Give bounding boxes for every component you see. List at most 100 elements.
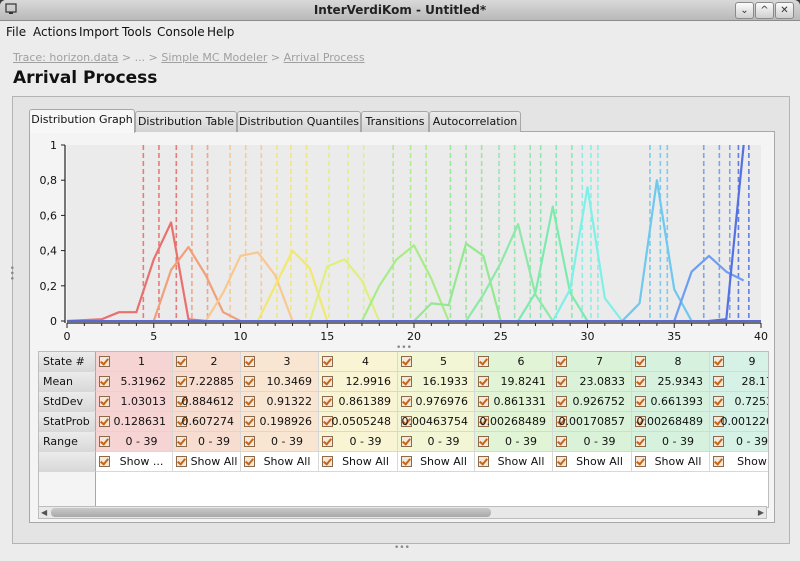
cell-statprob-col-1[interactable]: 0.128631 (96, 412, 173, 432)
cell-range-col-1[interactable]: 0 - 39 (96, 432, 173, 452)
menu-help[interactable]: Help (207, 25, 234, 39)
cell-show-all-col-9[interactable]: Show (710, 452, 768, 472)
cell-range-col-3[interactable]: 0 - 39 (241, 432, 319, 452)
checkbox-checked-icon[interactable] (635, 376, 646, 387)
cell-state-number-col-4[interactable]: 4 (319, 352, 398, 372)
cell-statprob-col-3[interactable]: 0.198926 (241, 412, 319, 432)
cell-state-number-col-8[interactable]: 8 (632, 352, 710, 372)
cell-mean-col-3[interactable]: 10.3469 (241, 372, 319, 392)
checkbox-checked-icon[interactable] (99, 356, 110, 367)
tab-transitions[interactable]: Transitions (361, 111, 429, 132)
checkbox-checked-icon[interactable] (244, 416, 255, 427)
cell-state-number-col-3[interactable]: 3 (241, 352, 319, 372)
cell-statprob-col-9[interactable]: 0.001220 (710, 412, 768, 432)
cell-stddev-col-1[interactable]: 1.03013 (96, 392, 173, 412)
checkbox-checked-icon[interactable] (244, 376, 255, 387)
checkbox-checked-icon[interactable] (635, 396, 646, 407)
menu-tools[interactable]: Tools (122, 25, 152, 39)
cell-stddev-col-2[interactable]: 0.884612 (173, 392, 241, 412)
cell-state-number-col-1[interactable]: 1 (96, 352, 173, 372)
close-button[interactable]: ✕ (775, 2, 794, 19)
checkbox-checked-icon[interactable] (99, 396, 110, 407)
cell-stddev-col-9[interactable]: 0.7253 (710, 392, 768, 412)
cell-show-all-col-8[interactable]: Show All (632, 452, 710, 472)
cell-show-all-col-7[interactable]: Show All (553, 452, 632, 472)
cell-mean-col-6[interactable]: 19.8241 (475, 372, 553, 392)
checkbox-checked-icon[interactable] (322, 376, 333, 387)
minimize-button[interactable]: ⌄ (735, 2, 754, 19)
tab-autocorrelation[interactable]: Autocorrelation (429, 111, 521, 132)
cell-range-col-5[interactable]: 0 - 39 (398, 432, 475, 452)
bottom-splitter-handle[interactable]: ••• (394, 543, 410, 553)
checkbox-checked-icon[interactable] (99, 416, 110, 427)
cell-state-number-col-6[interactable]: 6 (475, 352, 553, 372)
cell-statprob-col-8[interactable]: 0.00268489 (632, 412, 710, 432)
cell-stddev-col-6[interactable]: 0.861331 (475, 392, 553, 412)
menu-console[interactable]: Console (157, 25, 205, 39)
checkbox-checked-icon[interactable] (176, 376, 187, 387)
checkbox-checked-icon[interactable] (244, 456, 255, 467)
tab-distribution-graph[interactable]: Distribution Graph (29, 109, 135, 133)
checkbox-checked-icon[interactable] (176, 356, 187, 367)
cell-stddev-col-5[interactable]: 0.976976 (398, 392, 475, 412)
menu-actions[interactable]: Actions (33, 25, 77, 39)
checkbox-checked-icon[interactable] (99, 376, 110, 387)
checkbox-checked-icon[interactable] (556, 376, 567, 387)
cell-show-all-col-4[interactable]: Show All (319, 452, 398, 472)
breadcrumb-trace-link[interactable]: Trace: horizon.data (13, 51, 118, 64)
checkbox-checked-icon[interactable] (401, 376, 412, 387)
checkbox-checked-icon[interactable] (99, 436, 110, 447)
cell-show-all-col-3[interactable]: Show All (241, 452, 319, 472)
checkbox-checked-icon[interactable] (176, 436, 187, 447)
checkbox-checked-icon[interactable] (176, 456, 187, 467)
checkbox-checked-icon[interactable] (401, 356, 412, 367)
cell-show-all-col-5[interactable]: Show All (398, 452, 475, 472)
scroll-right-arrow-icon[interactable]: ▶ (758, 507, 764, 518)
checkbox-checked-icon[interactable] (713, 396, 724, 407)
checkbox-checked-icon[interactable] (713, 356, 724, 367)
cell-show-all-col-2[interactable]: Show All (173, 452, 241, 472)
horizontal-scrollbar[interactable]: ◀ ▶ (38, 506, 767, 519)
checkbox-checked-icon[interactable] (478, 396, 489, 407)
cell-stddev-col-8[interactable]: 0.661393 (632, 392, 710, 412)
cell-statprob-col-7[interactable]: 0.00170857 (553, 412, 632, 432)
menu-file[interactable]: File (6, 25, 26, 39)
checkbox-checked-icon[interactable] (713, 376, 724, 387)
checkbox-checked-icon[interactable] (322, 456, 333, 467)
cell-range-col-6[interactable]: 0 - 39 (475, 432, 553, 452)
menu-import[interactable]: Import (79, 25, 119, 39)
checkbox-checked-icon[interactable] (401, 396, 412, 407)
checkbox-checked-icon[interactable] (713, 456, 724, 467)
cell-mean-col-1[interactable]: 5.31962 (96, 372, 173, 392)
cell-show-all-col-1[interactable]: Show ... (96, 452, 173, 472)
checkbox-checked-icon[interactable] (556, 456, 567, 467)
checkbox-checked-icon[interactable] (99, 456, 110, 467)
checkbox-checked-icon[interactable] (556, 396, 567, 407)
checkbox-checked-icon[interactable] (713, 436, 724, 447)
checkbox-checked-icon[interactable] (635, 456, 646, 467)
checkbox-checked-icon[interactable] (478, 456, 489, 467)
scrollbar-thumb[interactable] (51, 508, 491, 517)
cell-mean-col-7[interactable]: 23.0833 (553, 372, 632, 392)
checkbox-checked-icon[interactable] (635, 436, 646, 447)
checkbox-checked-icon[interactable] (322, 356, 333, 367)
cell-statprob-col-6[interactable]: 0.00268489 (475, 412, 553, 432)
cell-statprob-col-5[interactable]: 0.00463754 (398, 412, 475, 432)
cell-mean-col-8[interactable]: 25.9343 (632, 372, 710, 392)
checkbox-checked-icon[interactable] (244, 436, 255, 447)
cell-statprob-col-4[interactable]: 0.0505248 (319, 412, 398, 432)
cell-state-number-col-9[interactable]: 9 (710, 352, 768, 372)
title-bar[interactable]: InterVerdiKom - Untitled* ⌄ ^ ✕ (0, 0, 800, 21)
breadcrumb-arrival-link[interactable]: Arrival Process (284, 51, 365, 64)
checkbox-checked-icon[interactable] (478, 376, 489, 387)
cell-mean-col-9[interactable]: 28.17 (710, 372, 768, 392)
cell-range-col-4[interactable]: 0 - 39 (319, 432, 398, 452)
cell-range-col-2[interactable]: 0 - 39 (173, 432, 241, 452)
checkbox-checked-icon[interactable] (635, 356, 646, 367)
checkbox-checked-icon[interactable] (244, 396, 255, 407)
cell-show-all-col-6[interactable]: Show All (475, 452, 553, 472)
checkbox-checked-icon[interactable] (322, 436, 333, 447)
cell-stddev-col-3[interactable]: 0.91322 (241, 392, 319, 412)
maximize-button[interactable]: ^ (755, 2, 774, 19)
checkbox-checked-icon[interactable] (478, 436, 489, 447)
